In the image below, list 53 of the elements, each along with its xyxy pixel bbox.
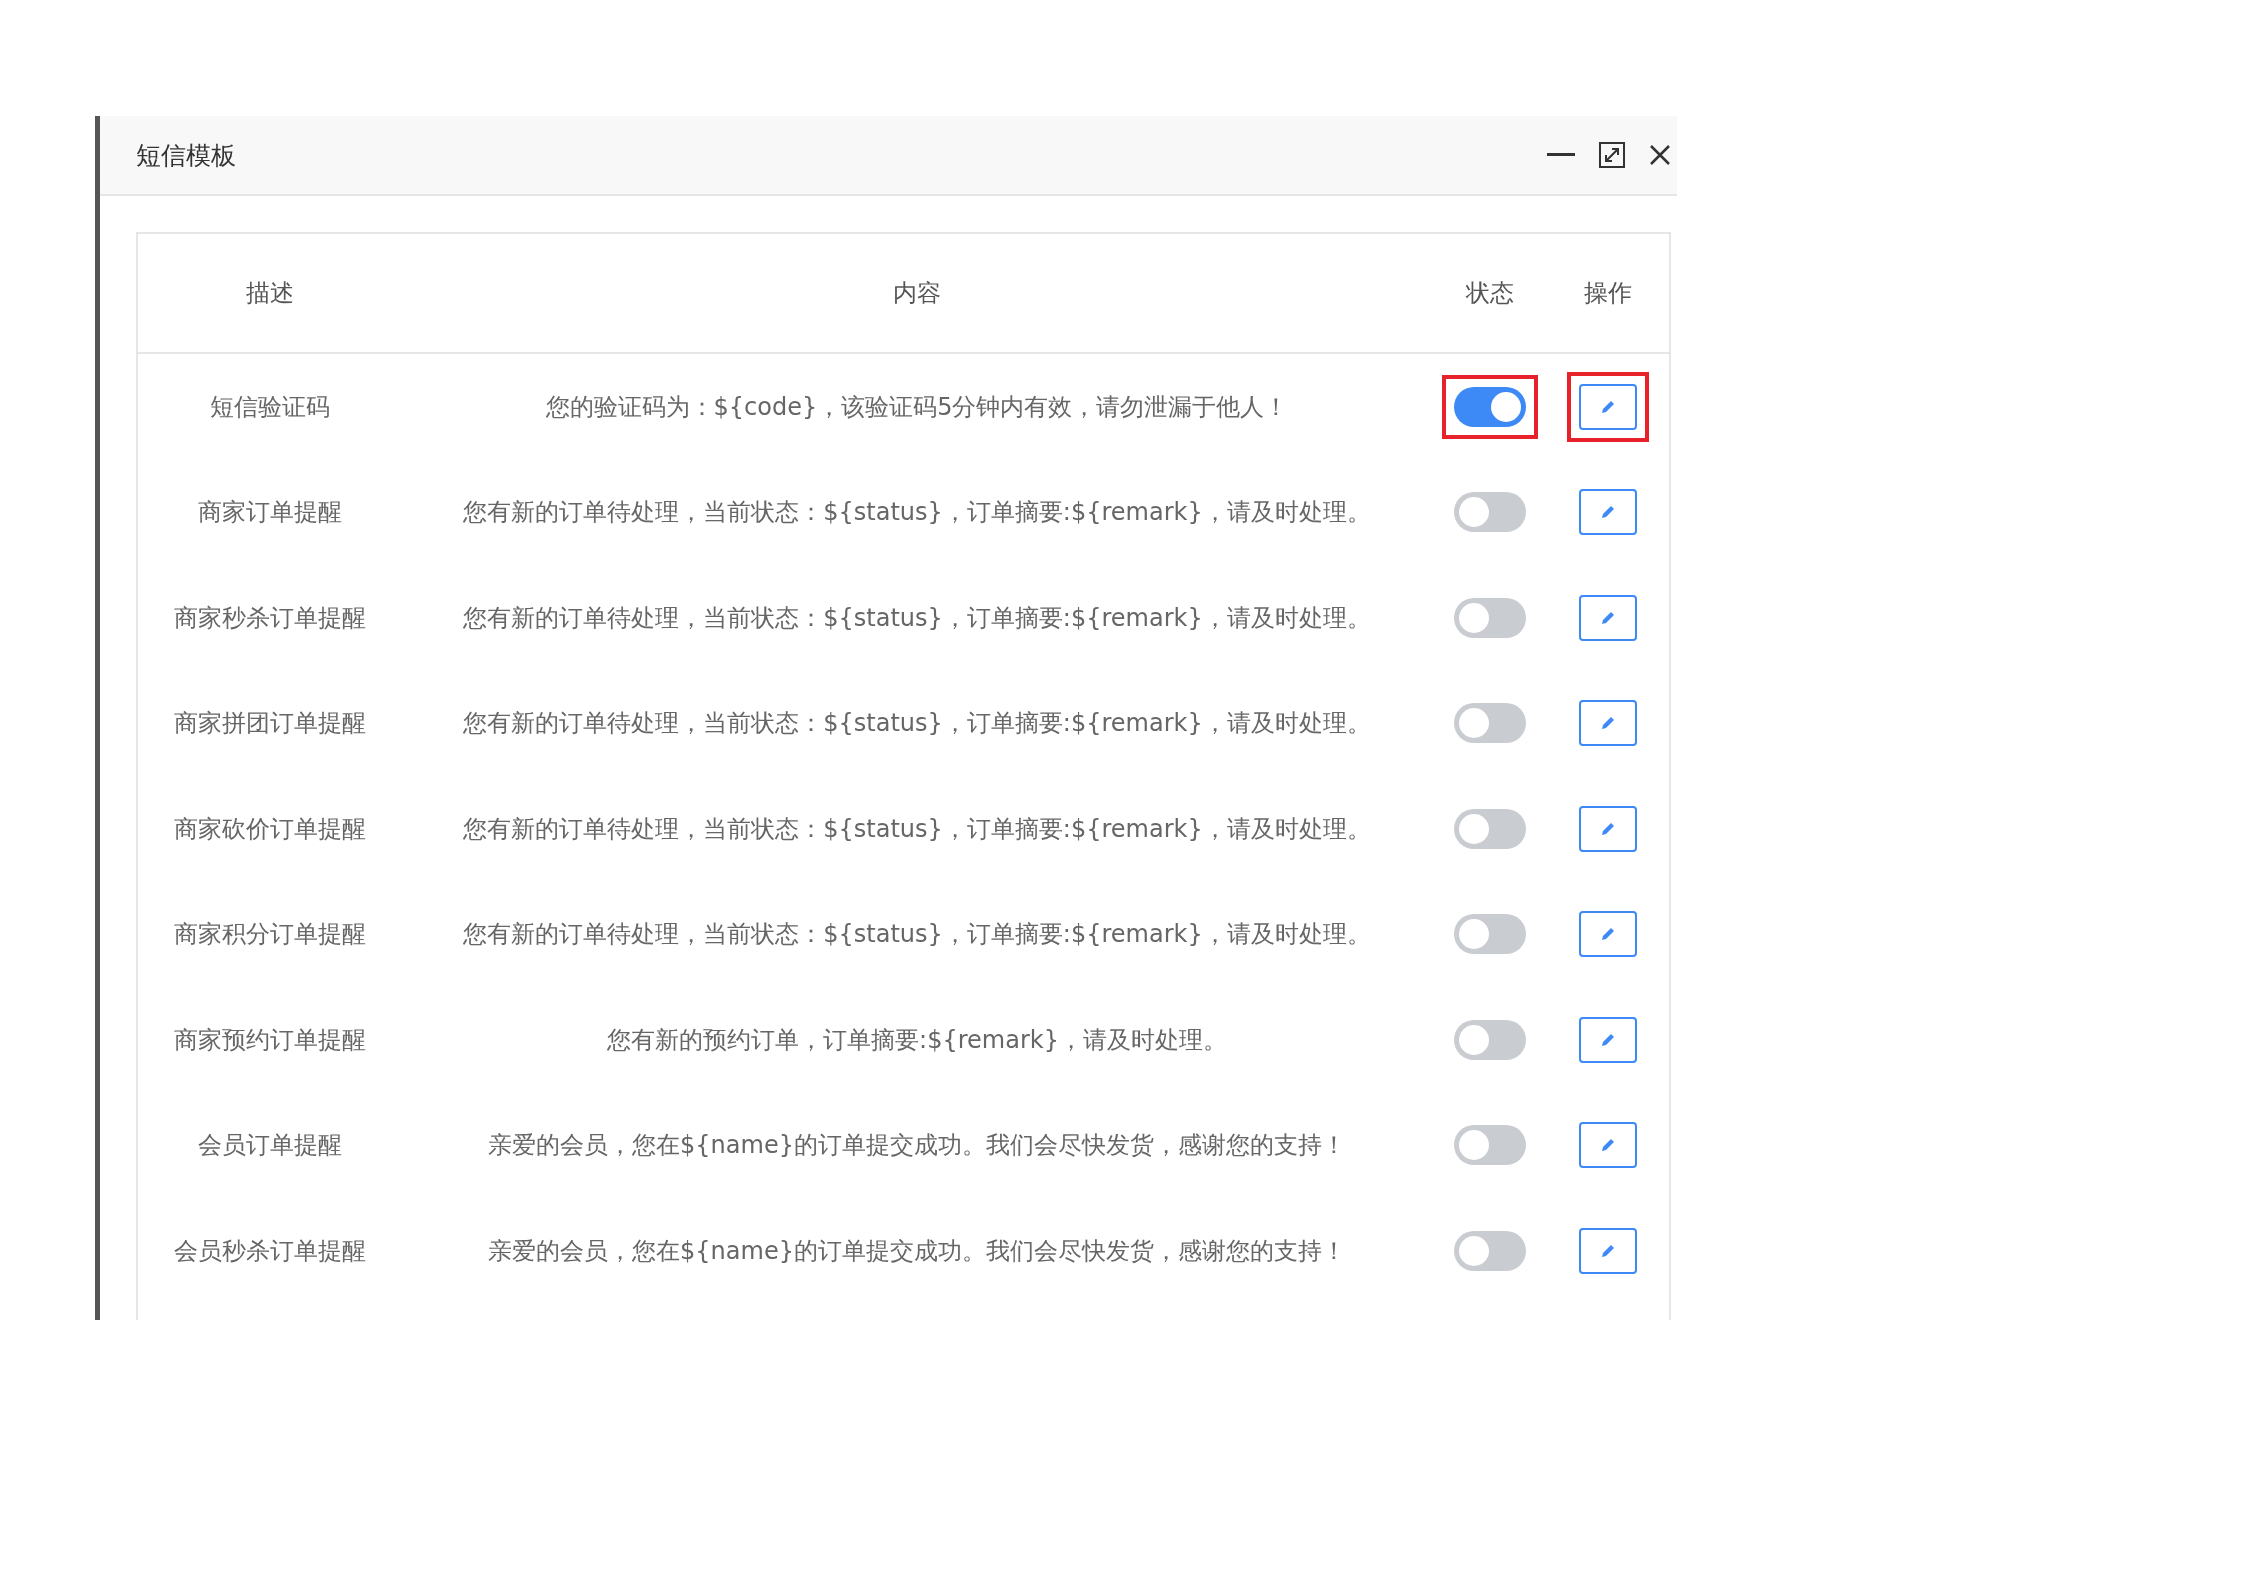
- content-cell-text: 您有新的订单待处理，当前状态：${status}，订单摘要:${remark}，请及时处理。: [462, 919, 1372, 951]
- pencil-icon: [1599, 926, 1616, 943]
- content-cell-text: 您有新的订单待处理，当前状态：${status}，订单摘要:${remark}，请及时处理。: [462, 813, 1372, 845]
- description-cell-text: 会员秒杀订单提醒: [173, 1235, 367, 1267]
- pencil-icon: [1599, 715, 1616, 732]
- status-toggle[interactable]: [1453, 914, 1526, 955]
- description-cell-text: 会员订单提醒: [197, 1130, 343, 1162]
- column-header: 描述: [245, 278, 295, 309]
- maximize-icon[interactable]: [1599, 142, 1625, 168]
- description-cell-text: 商家积分订单提醒: [173, 919, 367, 951]
- status-toggle[interactable]: [1453, 1019, 1526, 1060]
- pencil-icon: [1599, 609, 1616, 626]
- status-toggle[interactable]: [1453, 1125, 1526, 1166]
- pencil-icon: [1599, 1137, 1616, 1154]
- column-header: 操作: [1582, 278, 1633, 309]
- status-toggle[interactable]: [1453, 703, 1526, 744]
- minimize-icon[interactable]: [1547, 153, 1575, 157]
- status-toggle[interactable]: [1453, 1230, 1526, 1271]
- content-cell-text: 亲爱的会员，您在${name}的订单提交成功。我们会尽快发货，感谢您的支持！: [487, 1235, 1347, 1267]
- edit-button[interactable]: [1578, 805, 1637, 852]
- pencil-icon: [1599, 1242, 1616, 1259]
- description-cell-text: 商家订单提醒: [197, 497, 343, 529]
- edit-button[interactable]: [1578, 1122, 1637, 1169]
- description-cell-text: 短信验证码: [209, 391, 331, 423]
- edit-button[interactable]: [1578, 1227, 1637, 1274]
- close-icon[interactable]: [1649, 144, 1671, 166]
- pencil-icon: [1599, 398, 1616, 415]
- edit-button[interactable]: [1578, 1016, 1637, 1063]
- status-toggle[interactable]: [1453, 492, 1526, 533]
- content-cell-text: 亲爱的会员，您在${name}的订单提交成功。我们会尽快发货，感谢您的支持！: [487, 1130, 1347, 1162]
- dialog-title: 短信模板: [136, 139, 237, 172]
- edit-button[interactable]: [1578, 594, 1637, 641]
- description-cell-text: 商家拼团订单提醒: [173, 708, 367, 740]
- edit-button[interactable]: [1578, 383, 1637, 430]
- description-cell-text: 商家砍价订单提醒: [173, 813, 367, 845]
- content-cell-text: 您的验证码为：${code}，该验证码5分钟内有效，请勿泄漏于他人！: [544, 391, 1290, 423]
- status-toggle[interactable]: [1453, 597, 1526, 638]
- column-header: 状态: [1464, 278, 1515, 309]
- edit-button[interactable]: [1578, 911, 1637, 958]
- description-cell-text: 商家秒杀订单提醒: [173, 602, 367, 634]
- content-cell-text: 您有新的订单待处理，当前状态：${status}，订单摘要:${remark}，请及时处理。: [462, 708, 1372, 740]
- content-cell-text: 您有新的订单待处理，当前状态：${status}，订单摘要:${remark}，请及时处理。: [462, 602, 1372, 634]
- pencil-icon: [1599, 1031, 1616, 1048]
- pencil-icon: [1599, 504, 1616, 521]
- status-toggle[interactable]: [1453, 386, 1526, 427]
- edit-button[interactable]: [1578, 489, 1637, 536]
- description-cell-text: 商家预约订单提醒: [173, 1024, 367, 1056]
- status-toggle[interactable]: [1453, 808, 1526, 849]
- pencil-icon: [1599, 820, 1616, 837]
- content-cell-text: 您有新的预约订单，订单摘要:${remark}，请及时处理。: [606, 1024, 1228, 1056]
- content-cell-text: 您有新的订单待处理，当前状态：${status}，订单摘要:${remark}，请及时处理。: [462, 497, 1372, 529]
- column-header: 内容: [892, 278, 942, 309]
- edit-button[interactable]: [1578, 700, 1637, 747]
